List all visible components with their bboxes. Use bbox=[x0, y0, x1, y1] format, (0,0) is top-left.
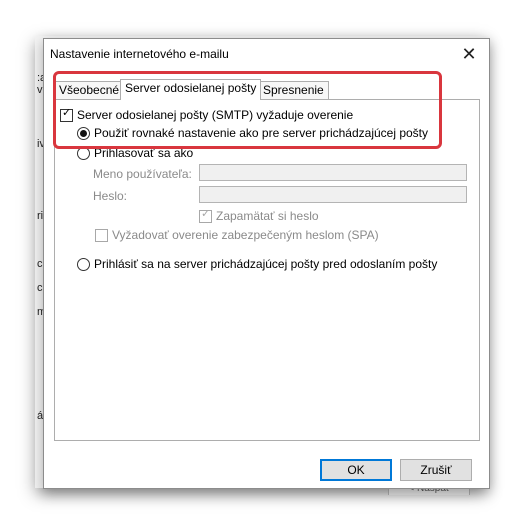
radio-selected-dot bbox=[80, 129, 87, 137]
smtp-auth-checkbox[interactable]: ✓ bbox=[60, 106, 73, 122]
login-as-label: Prihlasovať sa ako bbox=[94, 146, 194, 160]
cancel-button[interactable]: Zrušiť bbox=[400, 459, 472, 481]
remember-password-label: Zapamätať si heslo bbox=[216, 209, 319, 223]
use-same-settings-row[interactable]: Použiť rovnaké nastavenie ako pre server… bbox=[77, 126, 428, 140]
username-input[interactable] bbox=[199, 164, 467, 181]
login-as-radio[interactable] bbox=[77, 146, 90, 160]
close-icon[interactable]: ✕ bbox=[457, 42, 481, 66]
use-same-settings-label: Použiť rovnaké nastavenie ako pre server… bbox=[94, 126, 429, 140]
tab-advanced[interactable]: Spresnenie bbox=[258, 81, 329, 99]
require-spa-row[interactable]: Vyžadovať overenie zabezpečeným heslom (… bbox=[95, 228, 379, 242]
tab-panel-outgoing-server: ✓ Server odosielanej pošty (SMTP) vyžadu… bbox=[54, 99, 480, 441]
smtp-auth-label: Server odosielanej pošty (SMTP) vyžaduje… bbox=[77, 108, 354, 122]
login-as-row[interactable]: Prihlasovať sa ako bbox=[77, 146, 193, 160]
login-incoming-first-label: Prihlásiť sa na server prichádzajúcej po… bbox=[94, 257, 438, 271]
use-same-settings-radio[interactable] bbox=[77, 126, 90, 140]
smtp-auth-row[interactable]: ✓ Server odosielanej pošty (SMTP) vyžadu… bbox=[60, 106, 354, 122]
ok-button[interactable]: OK bbox=[320, 459, 392, 481]
checkmark-icon: ✓ bbox=[62, 106, 72, 119]
require-spa-checkbox[interactable] bbox=[95, 228, 108, 242]
tab-outgoing-server[interactable]: Server odosielanej pošty bbox=[120, 79, 262, 100]
internet-email-settings-dialog: Nastavenie internetového e-mailu ✕ Všeob… bbox=[43, 38, 490, 489]
password-input[interactable] bbox=[199, 186, 467, 203]
checkmark-icon: ✓ bbox=[201, 207, 211, 220]
login-incoming-first-radio[interactable] bbox=[77, 257, 90, 271]
username-label: Meno používateľa: bbox=[93, 167, 192, 181]
remember-password-row[interactable]: ✓ Zapamätať si heslo bbox=[199, 207, 319, 223]
password-label: Heslo: bbox=[93, 189, 128, 203]
dialog-title: Nastavenie internetového e-mailu bbox=[50, 47, 229, 61]
tab-general[interactable]: Všeobecné bbox=[54, 81, 125, 99]
require-spa-label: Vyžadovať overenie zabezpečeným heslom (… bbox=[112, 228, 379, 242]
remember-password-checkbox[interactable]: ✓ bbox=[199, 207, 212, 223]
login-incoming-first-row[interactable]: Prihlásiť sa na server prichádzajúcej po… bbox=[77, 257, 437, 271]
